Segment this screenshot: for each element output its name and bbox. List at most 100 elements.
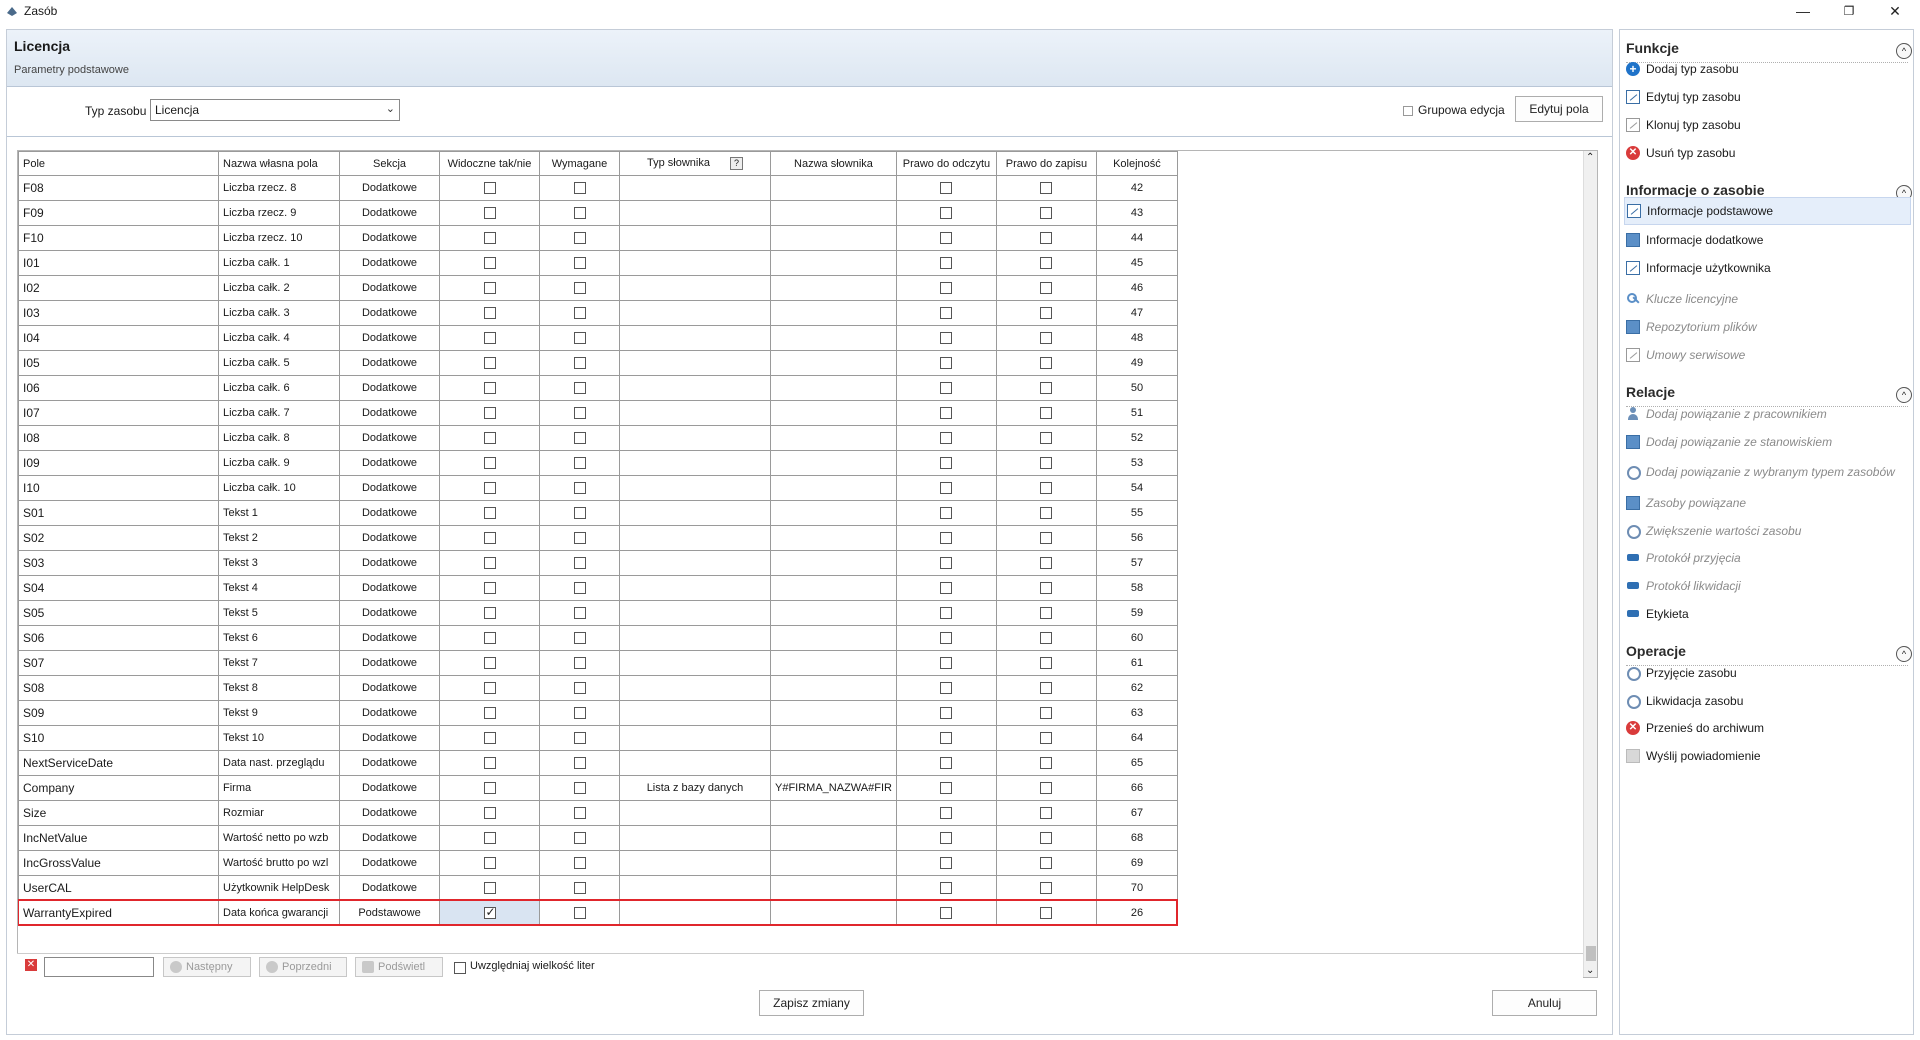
table-row[interactable]: Size Rozmiar Dodatkowe 67 (18, 800, 1178, 826)
cell-kolejnosc[interactable]: 62 (1095, 675, 1178, 701)
read-right-checkbox[interactable] (940, 682, 953, 695)
help-icon[interactable]: ? (729, 157, 743, 170)
col-header-odczyt[interactable]: Prawo do odczytu (895, 151, 997, 176)
visible-checkbox[interactable] (483, 257, 496, 270)
read-right-checkbox[interactable] (940, 707, 953, 720)
cell-nazwa[interactable]: Wartość brutto po wzl (218, 850, 340, 876)
table-row[interactable]: I08 Liczba całk. 8 Dodatkowe 52 (18, 425, 1178, 451)
table-row[interactable]: IncNetValue Wartość netto po wzb Dodatkowe… (18, 825, 1178, 851)
cell-kolejnosc[interactable]: 51 (1095, 400, 1178, 426)
cell-pole[interactable]: Size (18, 800, 219, 826)
cell-pole[interactable]: S02 (18, 525, 219, 551)
visible-checkbox[interactable] (483, 905, 496, 920)
visible-checkbox[interactable] (483, 332, 496, 345)
save-button[interactable]: Zapisz zmiany (759, 990, 864, 1016)
cell-pole[interactable]: I04 (18, 325, 219, 351)
required-checkbox[interactable] (573, 707, 586, 720)
col-header-nazwa[interactable]: Nazwa własna pola (218, 151, 340, 176)
cell-typ-slownika[interactable] (619, 225, 771, 251)
cell-nazwa-slownika[interactable] (770, 525, 897, 551)
table-row[interactable]: S04 Tekst 4 Dodatkowe 58 (18, 575, 1178, 601)
required-checkbox[interactable] (573, 757, 586, 770)
read-right-checkbox[interactable] (940, 632, 953, 645)
cell-sekcja[interactable]: Dodatkowe (339, 700, 440, 726)
cell-nazwa-slownika[interactable] (770, 550, 897, 576)
cell-typ-slownika[interactable] (619, 325, 771, 351)
cell-typ-slownika[interactable] (619, 350, 771, 376)
visible-checkbox[interactable] (483, 807, 496, 820)
cell-pole[interactable]: S04 (18, 575, 219, 601)
required-checkbox[interactable] (573, 382, 586, 395)
cell-sekcja[interactable]: Dodatkowe (339, 425, 440, 451)
cell-sekcja[interactable]: Dodatkowe (339, 300, 440, 326)
cell-kolejnosc[interactable]: 59 (1095, 600, 1178, 626)
cell-nazwa-slownika[interactable] (770, 400, 897, 426)
write-right-checkbox[interactable] (1040, 732, 1053, 745)
cell-sekcja[interactable]: Dodatkowe (339, 200, 440, 226)
cell-pole[interactable]: S08 (18, 675, 219, 701)
visible-checkbox[interactable] (483, 607, 496, 620)
table-row[interactable]: S03 Tekst 3 Dodatkowe 57 (18, 550, 1178, 576)
cell-nazwa-slownika[interactable] (770, 425, 897, 451)
required-checkbox[interactable] (573, 357, 586, 370)
read-right-checkbox[interactable] (940, 307, 953, 320)
sidebar-item[interactable]: ✕ Usuń typ zasobu (1624, 139, 1911, 167)
edit-fields-button[interactable]: Edytuj pola (1515, 96, 1603, 122)
read-right-checkbox[interactable] (940, 182, 953, 195)
write-right-checkbox[interactable] (1040, 632, 1053, 645)
cell-typ-slownika[interactable] (619, 425, 771, 451)
cell-sekcja[interactable]: Dodatkowe (339, 675, 440, 701)
cell-nazwa[interactable]: Data końca gwarancji (218, 900, 340, 926)
cell-kolejnosc[interactable]: 45 (1095, 250, 1178, 276)
sidebar-item[interactable]: Zwiększenie wartości zasobu (1624, 517, 1911, 545)
table-row[interactable]: S08 Tekst 8 Dodatkowe 62 (18, 675, 1178, 701)
write-right-checkbox[interactable] (1040, 882, 1053, 895)
cell-sekcja[interactable]: Dodatkowe (339, 450, 440, 476)
cell-pole[interactable]: I09 (18, 450, 219, 476)
cell-typ-slownika[interactable] (619, 500, 771, 526)
cell-typ-slownika[interactable] (619, 375, 771, 401)
cell-nazwa[interactable]: Liczba całk. 6 (218, 375, 340, 401)
cell-nazwa[interactable]: Użytkownik HelpDesk (218, 875, 340, 901)
visible-checkbox[interactable] (483, 357, 496, 370)
cell-sekcja[interactable]: Dodatkowe (339, 625, 440, 651)
cell-nazwa-slownika[interactable] (770, 200, 897, 226)
write-right-checkbox[interactable] (1040, 782, 1053, 795)
cell-typ-slownika[interactable] (619, 300, 771, 326)
visible-checkbox[interactable] (483, 532, 496, 545)
cancel-button[interactable]: Anuluj (1492, 990, 1597, 1016)
write-right-checkbox[interactable] (1040, 532, 1053, 545)
visible-checkbox[interactable] (483, 857, 496, 870)
cell-pole[interactable]: S03 (18, 550, 219, 576)
write-right-checkbox[interactable] (1040, 357, 1053, 370)
read-right-checkbox[interactable] (940, 482, 953, 495)
visible-checkbox[interactable] (483, 682, 496, 695)
sidebar-item[interactable]: Protokół likwidacji (1624, 572, 1911, 600)
cell-nazwa-slownika[interactable] (770, 650, 897, 676)
cell-kolejnosc[interactable]: 50 (1095, 375, 1178, 401)
write-right-checkbox[interactable] (1040, 282, 1053, 295)
cell-typ-slownika[interactable] (619, 725, 771, 751)
read-right-checkbox[interactable] (940, 332, 953, 345)
write-right-checkbox[interactable] (1040, 407, 1053, 420)
cell-typ-slownika[interactable] (619, 825, 771, 851)
sidebar-item[interactable]: Etykieta (1624, 600, 1911, 628)
cell-nazwa-slownika[interactable] (770, 800, 897, 826)
cell-nazwa[interactable]: Liczba rzecz. 9 (218, 200, 340, 226)
cell-pole[interactable]: I07 (18, 400, 219, 426)
table-row[interactable]: F08 Liczba rzecz. 8 Dodatkowe 42 (18, 175, 1178, 201)
cell-sekcja[interactable]: Dodatkowe (339, 825, 440, 851)
visible-checkbox[interactable] (483, 782, 496, 795)
col-header-zapis[interactable]: Prawo do zapisu (995, 151, 1097, 176)
write-right-checkbox[interactable] (1040, 907, 1053, 920)
cell-nazwa-slownika[interactable] (770, 850, 897, 876)
cell-typ-slownika[interactable] (619, 175, 771, 201)
cell-pole[interactable]: I03 (18, 300, 219, 326)
col-header-nazwa-slownika[interactable]: Nazwa słownika (770, 151, 897, 176)
minimize-button[interactable]: — (1780, 0, 1826, 22)
cell-nazwa[interactable]: Liczba całk. 2 (218, 275, 340, 301)
required-checkbox[interactable] (573, 807, 586, 820)
read-right-checkbox[interactable] (940, 757, 953, 770)
read-right-checkbox[interactable] (940, 582, 953, 595)
cell-nazwa[interactable]: Liczba rzecz. 10 (218, 225, 340, 251)
